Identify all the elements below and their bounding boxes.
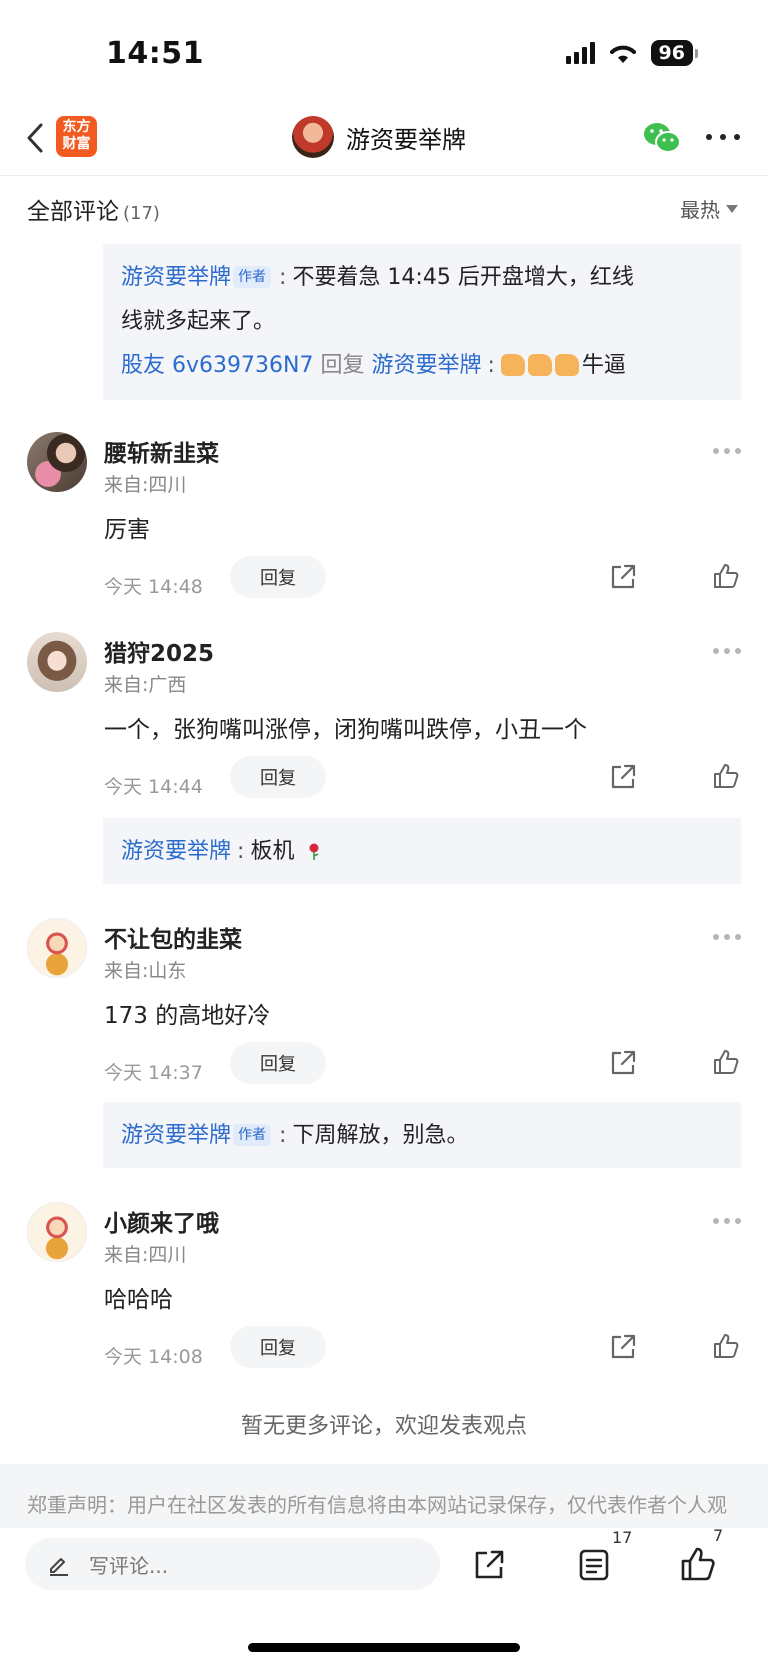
avatar[interactable]	[27, 432, 87, 492]
thumbs-up-icon[interactable]	[712, 762, 740, 790]
like-count-badge: 7	[713, 1526, 724, 1545]
thumbs-up-emoji-icon	[500, 354, 525, 376]
author-badge: 作者	[233, 1124, 272, 1146]
comment-count-badge: 17	[612, 1528, 633, 1547]
thumbs-up-emoji-icon	[554, 354, 579, 376]
comment-location: 来自:广西	[104, 674, 187, 696]
sort-label: 最热	[680, 198, 720, 222]
comment-username[interactable]: 腰斩新韭菜	[104, 434, 219, 468]
nav-author[interactable]: 游资要举牌	[292, 116, 466, 158]
reply-username[interactable]: 游资要举牌	[121, 1123, 231, 1148]
battery-icon: 96	[650, 40, 698, 66]
wechat-share-icon[interactable]	[642, 120, 682, 156]
reply-button[interactable]: 回复	[230, 1326, 326, 1368]
rose-emoji-icon	[309, 843, 319, 860]
reply-text-cont: 线就多起来了。	[121, 309, 276, 334]
reply-text: 牛逼	[581, 353, 626, 378]
reply-username[interactable]: 股友 6v639736N7	[121, 353, 313, 378]
reply-thread: 游资要举牌 作者: 不要着急 14:45 后开盘增大，红线 线就多起来了。 股友 6…	[103, 244, 741, 400]
no-more-comments: 暂无更多评论，欢迎发表观点	[240, 1414, 527, 1439]
back-button[interactable]	[20, 118, 50, 158]
comment-more-button[interactable]	[713, 648, 741, 654]
reply-username[interactable]: 游资要举牌	[121, 265, 231, 290]
battery-level: 96	[650, 40, 693, 66]
comment-more-button[interactable]	[713, 448, 741, 454]
comment-input[interactable]: 写评论...	[25, 1538, 440, 1590]
wifi-icon	[609, 45, 636, 63]
reply-button[interactable]: 回复	[230, 1042, 326, 1084]
comments-list-icon[interactable]	[578, 1548, 610, 1582]
app-logo-text: 东方财富	[62, 119, 91, 152]
reply-thread: 游资要举牌 作者: 下周解放，别急。	[103, 1102, 741, 1168]
comment-text: 一个，张狗嘴叫涨停，闭狗嘴叫跌停，小丑一个	[104, 717, 587, 743]
sort-dropdown[interactable]: 最热	[680, 194, 738, 223]
share-icon[interactable]	[609, 763, 637, 791]
comment-more-button[interactable]	[713, 934, 741, 940]
comment-text: 173 的高地好冷	[104, 1003, 271, 1029]
comment-time: 今天 14:37	[104, 1062, 203, 1084]
comments-count: (17)	[123, 203, 160, 224]
nav-title: 游资要举牌	[346, 125, 466, 154]
share-icon[interactable]	[609, 563, 637, 591]
nav-bar: 东方财富 游资要举牌	[0, 100, 768, 176]
share-icon[interactable]	[472, 1548, 506, 1582]
thumbs-up-icon[interactable]	[712, 1332, 740, 1360]
thumbs-up-icon[interactable]	[712, 562, 740, 590]
status-bar: 14:51 96	[0, 0, 768, 100]
reply-username[interactable]: 游资要举牌	[121, 839, 231, 864]
home-indicator	[248, 1643, 520, 1652]
comment-location: 来自:山东	[104, 960, 187, 982]
comments-title: 全部评论 (17)	[27, 192, 160, 226]
avatar[interactable]	[27, 1202, 87, 1262]
comment-username[interactable]: 小颜来了哦	[104, 1204, 219, 1238]
reply-item[interactable]: 游资要举牌 作者: 不要着急 14:45 后开盘增大，红线	[121, 256, 723, 300]
thumbs-up-icon[interactable]	[712, 1048, 740, 1076]
app-logo[interactable]: 东方财富	[56, 116, 97, 157]
comments-title-text: 全部评论	[27, 199, 119, 225]
comment-time: 今天 14:48	[104, 576, 203, 598]
reply-text: 不要着急 14:45 后开盘增大，红线	[292, 265, 634, 290]
comment-username[interactable]: 猎狩2025	[104, 634, 214, 668]
author-avatar	[292, 116, 334, 158]
caret-down-icon	[726, 204, 738, 213]
comments-header: 全部评论 (17) 最热	[0, 176, 768, 240]
reply-action: 回复	[320, 353, 365, 378]
pencil-icon	[50, 1558, 68, 1576]
reply-target-username[interactable]: 游资要举牌	[371, 353, 481, 378]
avatar[interactable]	[27, 632, 87, 692]
comment-time: 今天 14:44	[104, 776, 203, 798]
comment-time: 今天 14:08	[104, 1346, 203, 1368]
reply-thread: 游资要举牌: 板机	[103, 818, 741, 884]
reply-item[interactable]: 游资要举牌 作者: 下周解放，别急。	[121, 1114, 723, 1158]
cellular-signal-icon	[565, 42, 595, 64]
reply-text: 下周解放，别急。	[292, 1123, 469, 1148]
share-icon[interactable]	[609, 1333, 637, 1361]
comment-text: 厉害	[104, 517, 150, 543]
avatar[interactable]	[27, 918, 87, 978]
reply-text: 板机	[250, 839, 295, 864]
comment-username[interactable]: 不让包的韭菜	[104, 920, 242, 954]
comment-more-button[interactable]	[713, 1218, 741, 1224]
comment-text: 哈哈哈	[104, 1287, 173, 1313]
chevron-left-icon	[27, 123, 43, 153]
more-options-button[interactable]	[706, 124, 740, 150]
thumbs-up-emoji-icon	[527, 354, 552, 376]
thumbs-up-icon[interactable]	[680, 1546, 716, 1582]
reply-button[interactable]: 回复	[230, 556, 326, 598]
disclaimer: 郑重声明：用户在社区发表的所有信息将由本网站记录保存，仅代表作者个人观点，与本网…	[0, 1464, 768, 1528]
author-badge: 作者	[233, 266, 272, 288]
comment-input-placeholder: 写评论...	[89, 1553, 169, 1578]
reply-item[interactable]: 股友 6v639736N7 回复 游资要举牌: 牛逼	[121, 344, 723, 388]
share-icon[interactable]	[609, 1049, 637, 1077]
bottom-bar: 写评论... 17 7	[0, 1526, 768, 1669]
status-time: 14:51	[106, 36, 204, 71]
reply-item[interactable]: 游资要举牌: 板机	[121, 830, 723, 874]
status-icons: 96	[565, 40, 698, 66]
comment-location: 来自:四川	[104, 474, 187, 496]
reply-button[interactable]: 回复	[230, 756, 326, 798]
comment-location: 来自:四川	[104, 1244, 187, 1266]
